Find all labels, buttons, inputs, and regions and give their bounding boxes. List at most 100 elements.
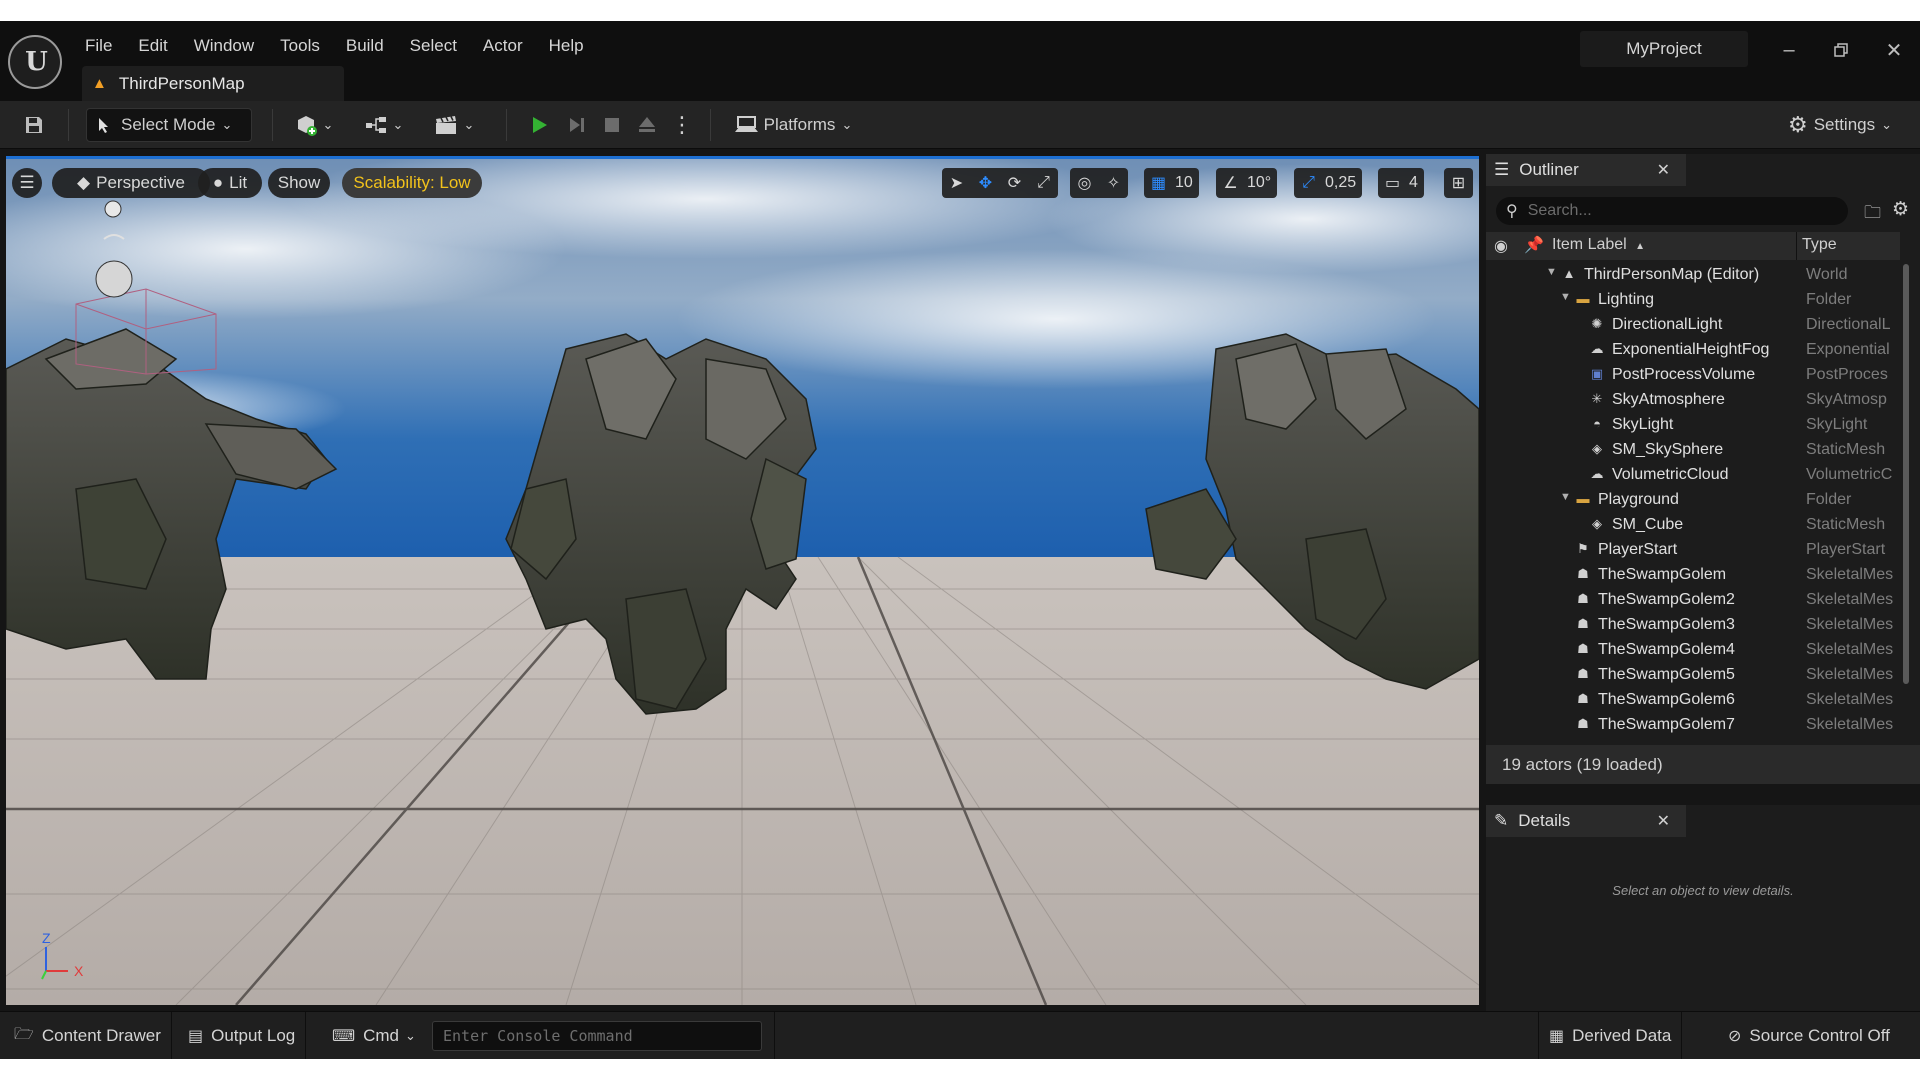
level-viewport[interactable]: Z X ☰ ◆ Perspective ● Lit Show Scalabili… (6, 156, 1479, 1005)
details-title: Details (1518, 811, 1571, 830)
settings-label: Settings (1813, 115, 1876, 134)
source-control-button[interactable]: ⊘ Source Control Off (1718, 1012, 1900, 1059)
tree-row[interactable]: ☗ TheSwampGolem6 SkeletalMes (1486, 688, 1900, 713)
add-folder-icon[interactable]: 🗀 (1864, 200, 1881, 229)
tree-row[interactable]: ▼ ▬ Playground Folder (1486, 488, 1900, 513)
tree-row-type: SkeletalMes (1806, 591, 1894, 608)
tree-row[interactable]: ▣ PostProcessVolume PostProces (1486, 363, 1900, 388)
world-space-icon[interactable]: ◎ (1070, 168, 1099, 198)
unreal-logo-icon[interactable]: U (8, 35, 62, 89)
outliner-scrollbar[interactable] (1903, 264, 1909, 684)
perspective-label: Perspective (96, 173, 185, 192)
skeleton-icon: ☗ (1577, 641, 1589, 656)
select-tool-icon[interactable]: ➤ (942, 168, 971, 198)
derived-data-icon: ▦ (1549, 1028, 1565, 1045)
main-toolbar: Select Mode ⌄ ⌄ ⌄ ⌄ ⋮ Platforms ⌄ ⚙ Sett… (0, 101, 1920, 149)
tree-row[interactable]: ⚑ PlayerStart PlayerStart (1486, 538, 1900, 563)
grid-snap-group[interactable]: ▦ 10 (1144, 168, 1199, 198)
content-drawer-button[interactable]: 🗁 Content Drawer (4, 1012, 172, 1059)
show-button[interactable]: Show (268, 168, 330, 198)
restore-icon[interactable] (1826, 35, 1856, 65)
select-mode-dropdown[interactable]: Select Mode ⌄ (86, 108, 252, 142)
skeleton-icon: ☗ (1577, 616, 1589, 631)
play-options-icon[interactable]: ⋮ (670, 108, 694, 142)
expand-arrow-icon[interactable]: ▼ (1560, 491, 1571, 503)
output-log-button[interactable]: ▤ Output Log (178, 1012, 307, 1059)
perspective-button[interactable]: ◆ Perspective (52, 168, 210, 198)
close-icon[interactable]: ✕ (1657, 811, 1670, 831)
menu-select[interactable]: Select (397, 31, 470, 61)
stop-button[interactable] (597, 108, 627, 142)
expand-arrow-icon[interactable]: ▼ (1546, 266, 1557, 278)
tree-row[interactable]: ☗ TheSwampGolem5 SkeletalMes (1486, 663, 1900, 688)
close-window-icon[interactable]: ✕ (1879, 35, 1909, 65)
viewport-options-button[interactable]: ☰ (12, 168, 42, 198)
add-actor-button[interactable]: ⌄ (290, 108, 338, 142)
surface-snap-icon[interactable]: ✧ (1099, 168, 1128, 198)
minimize-icon[interactable]: – (1774, 35, 1804, 65)
tree-row[interactable]: ◈ SM_SkySphere StaticMesh (1486, 438, 1900, 463)
scale-tool-icon[interactable]: ⤢ (1029, 168, 1058, 198)
tree-row[interactable]: ☗ TheSwampGolem2 SkeletalMes (1486, 588, 1900, 613)
scalability-button[interactable]: Scalability: Low (342, 168, 482, 198)
outliner-search-input[interactable]: ⚲ Search... (1496, 197, 1848, 225)
column-item-label[interactable]: Item Label ▲ (1552, 236, 1645, 254)
tree-row[interactable]: ◈ SM_Cube StaticMesh (1486, 513, 1900, 538)
stop-icon (605, 118, 619, 132)
camera-speed-value: 4 (1409, 174, 1418, 191)
skeleton-icon: ☗ (1577, 591, 1589, 606)
translate-tool-icon[interactable]: ✥ (971, 168, 1000, 198)
platforms-dropdown[interactable]: Platforms ⌄ (728, 108, 858, 142)
rotate-tool-icon[interactable]: ⟳ (1000, 168, 1029, 198)
gear-icon[interactable]: ⚙ (1892, 198, 1909, 221)
title-bar: U File Edit Window Tools Build Select Ac… (0, 21, 1920, 101)
menu-edit[interactable]: Edit (125, 31, 180, 61)
menu-tools[interactable]: Tools (267, 31, 333, 61)
cinematics-button[interactable]: ⌄ (430, 108, 478, 142)
grid-snap-value: 10 (1175, 174, 1193, 191)
visibility-eye-icon[interactable]: ◉ (1494, 236, 1508, 256)
tree-row[interactable]: ☁ ExponentialHeightFog Exponential (1486, 338, 1900, 363)
camera-speed-group[interactable]: ▭ 4 (1378, 168, 1424, 198)
project-name: MyProject (1580, 31, 1748, 67)
menu-help[interactable]: Help (536, 31, 597, 61)
cmd-dropdown[interactable]: ⌨ Cmd ⌄ (322, 1012, 426, 1059)
tree-row[interactable]: ☗ TheSwampGolem3 SkeletalMes (1486, 613, 1900, 638)
tree-row[interactable]: ▼ ▲ ThirdPersonMap (Editor) World (1486, 263, 1900, 288)
menu-file[interactable]: File (72, 31, 125, 61)
tree-row[interactable]: ☗ TheSwampGolem7 SkeletalMes (1486, 713, 1900, 735)
eject-button[interactable] (632, 108, 662, 142)
column-type[interactable]: Type (1802, 236, 1837, 254)
menu-actor[interactable]: Actor (470, 31, 536, 61)
pin-icon[interactable]: 📌 (1524, 235, 1544, 255)
save-icon[interactable] (18, 108, 50, 142)
derived-data-button[interactable]: ▦ Derived Data (1538, 1012, 1683, 1059)
console-command-input[interactable]: Enter Console Command (432, 1021, 762, 1051)
menu-build[interactable]: Build (333, 31, 397, 61)
tree-row-type: World (1806, 266, 1848, 283)
tree-row[interactable]: ☁ VolumetricCloud VolumetricC (1486, 463, 1900, 488)
outliner-title: Outliner (1519, 160, 1579, 179)
rotation-snap-group[interactable]: ∠ 10° (1216, 168, 1278, 198)
lit-button[interactable]: ● Lit (198, 168, 262, 198)
tree-row[interactable]: ▼ ▬ Lighting Folder (1486, 288, 1900, 313)
close-icon[interactable]: ✕ (1657, 160, 1670, 180)
advance-frame-button[interactable] (562, 108, 592, 142)
tab-details[interactable]: ✎ Details ✕ (1486, 805, 1686, 837)
tree-row[interactable]: ◓ SkyLight SkyLight (1486, 413, 1900, 438)
play-button[interactable] (524, 108, 554, 142)
tree-row-label: DirectionalLight (1612, 316, 1723, 333)
viewport-layout-button[interactable]: ⊞ (1444, 168, 1473, 198)
expand-arrow-icon[interactable]: ▼ (1560, 291, 1571, 303)
tree-row[interactable]: ☗ TheSwampGolem SkeletalMes (1486, 563, 1900, 588)
settings-dropdown[interactable]: ⚙ Settings ⌄ (1775, 108, 1905, 142)
tree-row[interactable]: ☗ TheSwampGolem4 SkeletalMes (1486, 638, 1900, 663)
scale-snap-group[interactable]: ⤢ 0,25 (1294, 168, 1363, 198)
tree-row[interactable]: ✳ SkyAtmosphere SkyAtmosp (1486, 388, 1900, 413)
tab-level-map[interactable]: ▲ ThirdPersonMap (82, 66, 344, 101)
menu-window[interactable]: Window (181, 31, 267, 61)
tree-row[interactable]: ✺ DirectionalLight DirectionalL (1486, 313, 1900, 338)
tree-row-label: SkyAtmosphere (1612, 391, 1725, 408)
blueprints-button[interactable]: ⌄ (360, 108, 408, 142)
tab-outliner[interactable]: ☰ Outliner ✕ (1486, 154, 1686, 186)
